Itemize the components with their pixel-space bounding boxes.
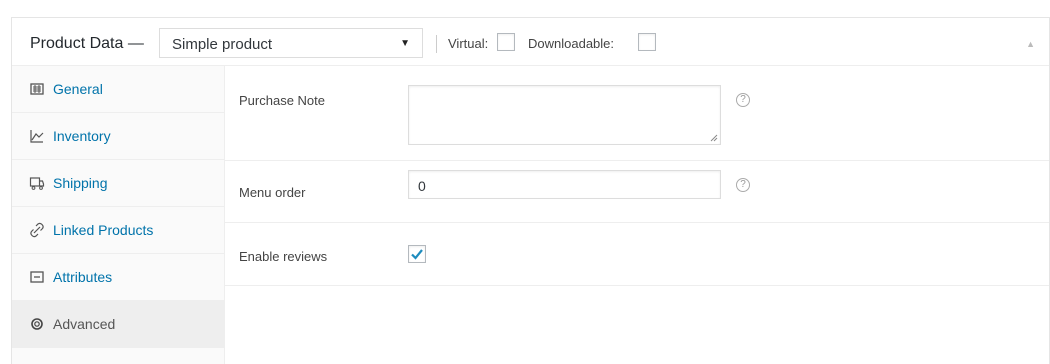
enable-reviews-checkbox[interactable]: [408, 245, 426, 263]
tab-advanced[interactable]: Advanced: [12, 301, 224, 348]
menu-order-input[interactable]: 0: [408, 170, 721, 199]
resize-grip-icon[interactable]: [710, 134, 718, 142]
downloadable-checkbox[interactable]: [638, 33, 656, 51]
header-divider: [436, 35, 437, 53]
tab-inventory[interactable]: Inventory: [12, 113, 224, 160]
product-data-panel: Product Data — Simple product ▼ Virtual:…: [11, 17, 1050, 364]
virtual-checkbox[interactable]: [497, 33, 515, 51]
downloadable-label: Downloadable:: [528, 36, 615, 51]
tab-label: Inventory: [53, 128, 111, 144]
purchase-note-textarea[interactable]: [408, 85, 721, 145]
inventory-chart-icon: [29, 128, 45, 144]
tab-shipping[interactable]: Shipping: [12, 160, 224, 207]
gear-icon: [29, 316, 45, 332]
tab-label: Linked Products: [53, 222, 154, 238]
panel-header: Product Data — Simple product ▼ Virtual:…: [12, 18, 1049, 66]
menu-order-label: Menu order: [239, 185, 306, 200]
product-type-value: Simple product: [172, 36, 273, 53]
dropdown-arrow-icon: ▼: [400, 38, 410, 49]
tab-label: Advanced: [53, 316, 116, 332]
purchase-note-row: Purchase Note ?: [225, 66, 1049, 161]
panel-title: Product Data —: [30, 35, 144, 52]
help-icon[interactable]: ?: [736, 93, 750, 107]
tab-label: General: [53, 81, 103, 97]
list-icon: [29, 269, 45, 285]
help-icon[interactable]: ?: [736, 178, 750, 192]
enable-reviews-row: Enable reviews: [225, 223, 1049, 286]
tab-label: Attributes: [53, 269, 113, 285]
menu-order-value: 0: [418, 178, 426, 194]
product-data-tabs: General Inventory Shipping Linked Produc…: [12, 66, 225, 364]
truck-icon: [29, 175, 45, 191]
purchase-note-label: Purchase Note: [239, 93, 325, 108]
general-grid-icon: [29, 81, 45, 97]
link-icon: [29, 222, 45, 238]
checkmark-icon: [411, 249, 423, 260]
tab-general[interactable]: General: [12, 66, 224, 113]
enable-reviews-label: Enable reviews: [239, 249, 328, 264]
product-type-select[interactable]: Simple product ▼: [159, 28, 423, 58]
tab-linked-products[interactable]: Linked Products: [12, 207, 224, 254]
tab-label: Shipping: [53, 175, 108, 191]
triangle-up-icon[interactable]: ▲: [1026, 39, 1035, 49]
menu-order-row: Menu order 0 ?: [225, 161, 1049, 223]
tab-attributes[interactable]: Attributes: [12, 254, 224, 301]
advanced-options-panel: Purchase Note ? Menu order 0 ? Enable re…: [225, 66, 1049, 364]
virtual-label: Virtual:: [448, 36, 489, 51]
